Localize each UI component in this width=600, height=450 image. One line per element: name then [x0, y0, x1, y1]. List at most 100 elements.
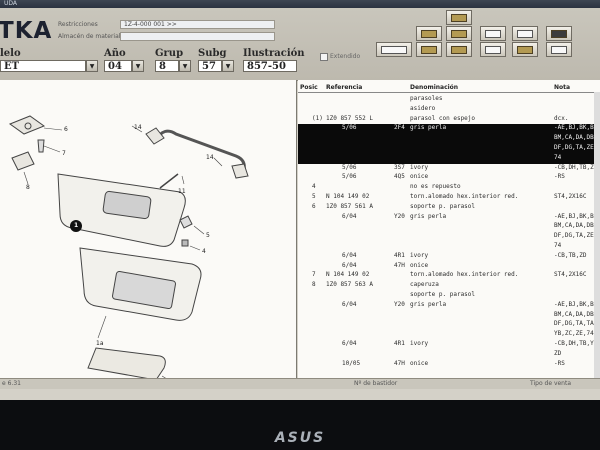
column-header-name[interactable]: Denominación [410, 84, 458, 91]
cell-name: ivory [410, 163, 429, 171]
monitor-bezel: ASUS [0, 400, 600, 450]
cell-pos: 6 [312, 202, 316, 210]
table-row[interactable]: soporte p. parasol [298, 291, 600, 301]
subgroup-dropdown-button[interactable]: ▼ [222, 60, 234, 72]
cell-code: 4R1 [394, 251, 405, 259]
restrictions-field[interactable]: 1Z-4-000 001 >> [120, 20, 275, 29]
callout-label: 11 [178, 188, 186, 195]
table-row[interactable]: 6/04 Y20 gris perla -AE,BJ,BK,B [298, 213, 600, 223]
arrow-right-icon [451, 30, 467, 38]
table-row[interactable]: 6/04 Y20 gris perla -AE,BJ,BK,BL [298, 301, 600, 311]
cell-date: 6/04 [342, 212, 357, 220]
table-row[interactable]: DF,DG,TA,ZE [298, 144, 600, 154]
table-row[interactable]: BM,CA,DA,DB [298, 311, 600, 321]
exploded-view-illustration [8, 115, 249, 383]
cell-reference: 1Z0 857 552 L [326, 114, 373, 122]
table-row[interactable]: 6/04 4R1 ivory -CB,DH,TB,YC [298, 340, 600, 350]
subgroup-select[interactable]: 57 [198, 60, 222, 72]
table-row[interactable]: 8 1Z0 857 563 A caperuza [298, 281, 600, 291]
callout-label: 1 [74, 222, 79, 229]
table-row[interactable]: parasoles [298, 95, 600, 105]
table-row[interactable]: YB,ZC,ZE,74 [298, 330, 600, 340]
cell-note: ST4,2X16C [554, 271, 587, 279]
table-row[interactable]: 5/06 3S7 ivory -CB,DH,TB,Z [298, 164, 600, 174]
material-label: Almacén de material [58, 33, 121, 40]
table-row[interactable]: 5 N 104 149 02 torn.alomado hex.interior r… [298, 193, 600, 203]
toolbar-print-button[interactable] [480, 26, 506, 41]
table-row[interactable]: (1) 1Z0 857 552 L parasol con espejo dcx. [298, 115, 600, 125]
table-row[interactable]: 10/05 47H onice -RS [298, 360, 600, 370]
cell-name: torn.alomado hex.interior red. [410, 271, 519, 279]
table-row[interactable]: 4 no es repuesto [298, 183, 600, 193]
cell-note: BM,CA,DA,DB [554, 310, 594, 318]
table-row[interactable]: DF,DG,TA,ZE [298, 232, 600, 242]
year-select[interactable]: 04 [104, 60, 132, 72]
model-select[interactable]: ET [0, 60, 86, 72]
material-field[interactable] [120, 32, 275, 41]
toolbar-vehicle-button[interactable] [376, 42, 412, 57]
table-row[interactable]: 74 [298, 153, 600, 164]
cell-reference: 1Z0 857 561 A [326, 202, 373, 210]
extended-checkbox[interactable] [320, 53, 328, 61]
toolbar-cart-button[interactable] [546, 26, 572, 41]
cell-name: gris perla [410, 212, 447, 220]
cell-code: Y20 [394, 212, 405, 220]
cell-note: DF,DG,TA,TA [554, 320, 594, 328]
cell-note: -CB,TB,ZD [554, 251, 587, 259]
toolbar-last-button[interactable] [446, 42, 472, 57]
table-row[interactable]: 6/04 4R1 ivory -CB,TB,ZD [298, 252, 600, 262]
cell-name: onice [410, 173, 429, 181]
table-row[interactable]: 6/04 47H onice [298, 262, 600, 272]
table-row[interactable]: 5/06 4Q5 onice -RS [298, 173, 600, 183]
table-row[interactable]: DF,DG,TA,TA [298, 320, 600, 330]
tools-icon [517, 46, 533, 54]
illustration-select[interactable]: 857-50 [243, 60, 297, 72]
toolbar-next-button[interactable] [446, 26, 472, 41]
cell-date: 10/05 [342, 359, 361, 367]
year-dropdown-button[interactable]: ▼ [132, 60, 144, 72]
column-header-ref[interactable]: Referencia [326, 84, 362, 91]
cell-note: ZD [554, 349, 562, 357]
application-window: UDA TKA Restricciones 1Z-4-000 001 >> Al… [0, 0, 600, 400]
table-row[interactable]: BM,CA,DA,DB [298, 222, 600, 232]
cell-name: caperuza [410, 281, 439, 289]
callout-label: 4 [202, 248, 206, 255]
cell-pos: 8 [312, 281, 316, 289]
toolbar-list-button[interactable] [546, 42, 572, 57]
cell-note: -RS [554, 173, 565, 181]
cell-code: 3S7 [394, 163, 405, 171]
table-row[interactable]: BM,CA,DA,DB [298, 134, 600, 144]
car-icon [381, 46, 407, 54]
toolbar-first-button[interactable] [416, 42, 442, 57]
column-header-note[interactable]: Nota [554, 84, 570, 91]
list-icon [551, 46, 567, 54]
toolbar-prev-button[interactable] [416, 26, 442, 41]
cell-code: 2F4 [394, 124, 405, 132]
cell-name: torn.alomado hex.interior red. [410, 193, 519, 200]
callout-label: 8 [26, 184, 30, 191]
cell-note: -AE,BJ,BK,B [554, 124, 594, 132]
status-version: e 6.31 [2, 380, 21, 387]
table-row[interactable]: asidero [298, 105, 600, 115]
cell-date: 6/04 [342, 340, 357, 347]
cell-name: soporte p. parasol [410, 291, 476, 298]
table-row[interactable]: 5/06 2F4 gris perla -AE,BJ,BK,B [298, 124, 600, 135]
callout-label: 5 [206, 232, 210, 239]
cell-note: DF,DG,TA,ZE [554, 232, 594, 240]
toolbar-gallery-button[interactable] [446, 10, 472, 25]
model-dropdown-button[interactable]: ▼ [86, 60, 98, 72]
group-select[interactable]: 8 [155, 60, 179, 72]
table-row[interactable]: 74 [298, 242, 600, 252]
cell-reference: N 104 149 02 [326, 193, 370, 200]
toolbar-keyboard-button[interactable] [480, 42, 506, 57]
parts-diagram[interactable]: 6 7 8 14 14 11 5 4 1 1a 9 [0, 80, 297, 385]
cell-note: -AE,BJ,BK,BL [554, 300, 598, 308]
table-scrollbar[interactable] [594, 92, 600, 378]
toolbar-edit-button[interactable] [512, 26, 538, 41]
table-row[interactable]: 6 1Z0 857 561 A soporte p. parasol [298, 203, 600, 213]
group-dropdown-button[interactable]: ▼ [179, 60, 191, 72]
toolbar-tools-button[interactable] [512, 42, 538, 57]
column-header-pos[interactable]: Posic [300, 84, 318, 91]
table-row[interactable]: 7 N 104 149 02 torn.alomado hex.interior r… [298, 271, 600, 281]
table-row[interactable]: ZD [298, 350, 600, 360]
